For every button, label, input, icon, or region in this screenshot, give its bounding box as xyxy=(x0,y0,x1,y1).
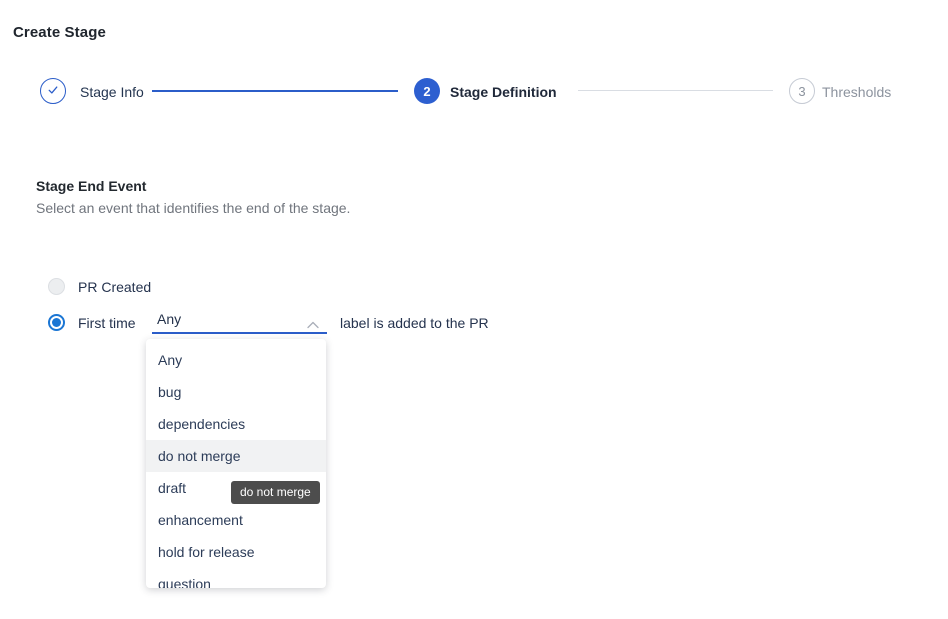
step-1-label[interactable]: Stage Info xyxy=(80,84,144,100)
dropdown-option-do-not-merge[interactable]: do not merge xyxy=(146,440,326,472)
label-select[interactable]: Any xyxy=(152,308,327,334)
dropdown-option-any[interactable]: Any xyxy=(146,344,326,376)
step-2-number: 2 xyxy=(423,84,430,99)
label-select-suffix: label is added to the PR xyxy=(340,315,489,331)
check-icon xyxy=(46,83,60,100)
step-2-circle[interactable]: 2 xyxy=(414,78,440,104)
step-3-number: 3 xyxy=(798,84,805,99)
label-dropdown-menu: Any bug dependencies do not merge draft … xyxy=(146,339,326,588)
step-2-label[interactable]: Stage Definition xyxy=(450,84,557,100)
radio-pr-created[interactable] xyxy=(48,278,65,295)
dropdown-option-bug[interactable]: bug xyxy=(146,376,326,408)
section-heading: Stage End Event xyxy=(36,178,146,194)
stepper-connector-2 xyxy=(578,90,773,91)
dropdown-option-dependencies[interactable]: dependencies xyxy=(146,408,326,440)
step-1-circle[interactable] xyxy=(40,78,66,104)
page-title: Create Stage xyxy=(13,24,106,41)
section-description: Select an event that identifies the end … xyxy=(36,200,350,216)
step-3-circle[interactable]: 3 xyxy=(789,78,815,104)
dropdown-option-question[interactable]: question xyxy=(146,568,326,588)
radio-first-time[interactable] xyxy=(48,314,65,331)
create-stage-dialog: Create Stage Stage Info 2 Stage Definiti… xyxy=(0,0,948,619)
tooltip: do not merge xyxy=(231,481,320,504)
radio-first-time-label[interactable]: First time xyxy=(78,315,136,331)
stepper-connector-1 xyxy=(152,90,398,92)
chevron-up-icon xyxy=(307,316,319,334)
dropdown-option-enhancement[interactable]: enhancement xyxy=(146,504,326,536)
label-select-value: Any xyxy=(157,311,181,327)
radio-pr-created-label[interactable]: PR Created xyxy=(78,279,151,295)
dropdown-option-hold-for-release[interactable]: hold for release xyxy=(146,536,326,568)
step-3-label[interactable]: Thresholds xyxy=(822,84,891,100)
